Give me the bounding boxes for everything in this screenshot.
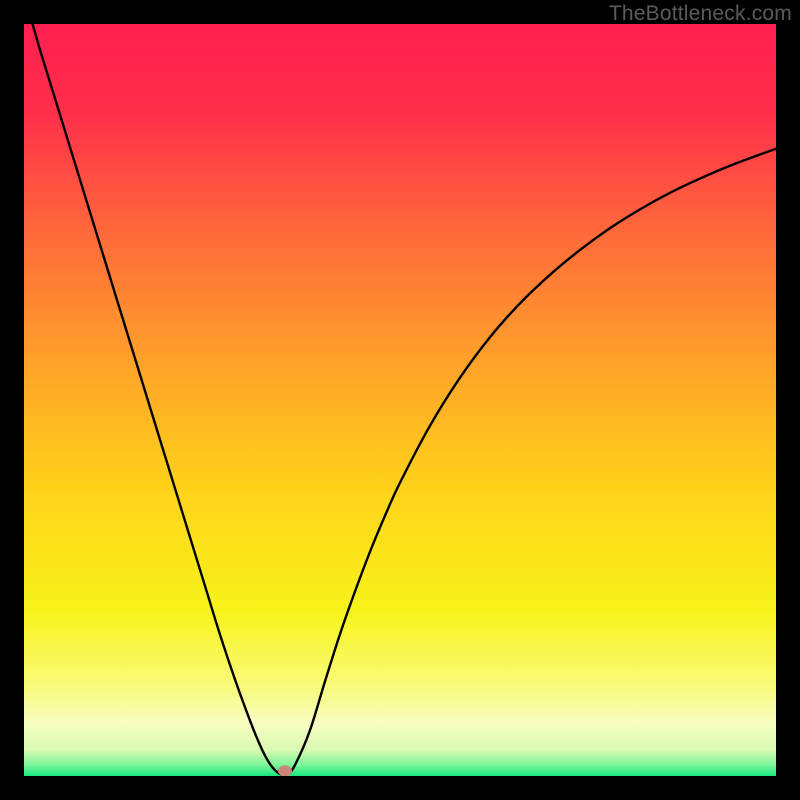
watermark-text: TheBottleneck.com xyxy=(609,2,792,26)
plot-area xyxy=(24,24,776,776)
optimal-point-marker xyxy=(278,766,292,776)
chart-frame: TheBottleneck.com xyxy=(0,0,800,800)
bottleneck-curve xyxy=(24,24,776,776)
